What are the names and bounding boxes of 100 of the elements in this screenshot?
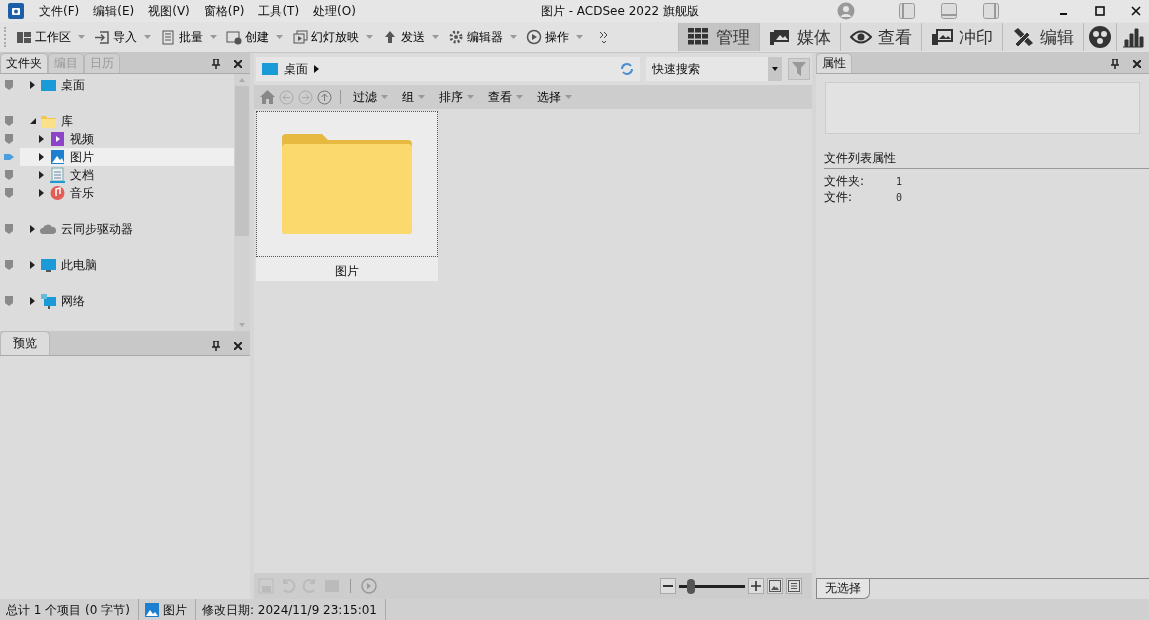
expand-arrow-icon[interactable] (39, 189, 45, 197)
thumbnail-view-button[interactable] (767, 578, 783, 594)
toolbar-button[interactable]: 工作区 (13, 26, 91, 48)
dropdown-caret-icon[interactable] (768, 57, 782, 81)
close-icon[interactable] (234, 342, 242, 350)
monitor-icon (262, 63, 278, 75)
mode-tab[interactable]: 管理 (678, 23, 759, 51)
panel-tab[interactable]: 预览 (0, 331, 50, 355)
send-icon (382, 29, 398, 45)
expand-arrow-icon[interactable] (30, 297, 36, 305)
tree-item-label[interactable]: 文档 (70, 166, 94, 184)
tree-item-label[interactable]: 视频 (70, 130, 94, 148)
file-tile[interactable]: 图片 (256, 111, 438, 281)
close-icon[interactable] (234, 60, 242, 68)
status-modified: 修改日期: 2024/11/9 23:15:01 (201, 601, 377, 619)
status-location: 图片 (162, 601, 187, 619)
caret-icon (210, 35, 217, 39)
folder-icon (40, 113, 57, 129)
mode-tab[interactable]: 编辑 (1002, 23, 1083, 51)
mode-tab[interactable]: 冲印 (921, 23, 1002, 51)
menu-item[interactable]: 编辑(E) (86, 1, 142, 21)
maximize-icon[interactable] (1095, 6, 1105, 16)
caret-icon (276, 35, 283, 39)
close-icon[interactable] (1131, 6, 1141, 16)
caret-icon (381, 95, 388, 99)
expand-arrow-icon[interactable] (30, 81, 36, 89)
tree-item-label[interactable]: 图片 (70, 148, 94, 166)
label-tag-icon[interactable] (4, 224, 14, 234)
toolbar-button[interactable]: 幻灯放映 (289, 26, 379, 48)
expand-arrow-icon[interactable] (30, 261, 36, 269)
caret-icon (565, 95, 572, 99)
mode-tab[interactable]: 查看 (840, 23, 921, 51)
document-icon (49, 167, 66, 183)
collapse-arrow-icon[interactable] (30, 118, 36, 124)
label-tag-icon[interactable] (4, 188, 14, 198)
caret-icon (516, 95, 523, 99)
import-icon (94, 29, 110, 45)
browser-menu-button[interactable]: 组 (398, 88, 431, 106)
slideshow-icon (292, 29, 308, 45)
monitor-icon (40, 257, 57, 273)
label-tag-icon[interactable] (4, 170, 14, 180)
label-tag-icon[interactable] (4, 260, 14, 270)
panel-tab[interactable]: 属性 (816, 53, 852, 73)
browser-menu-button[interactable]: 排序 (435, 88, 480, 106)
monitor-icon (40, 77, 57, 93)
toolbar-button[interactable]: 发送 (379, 26, 445, 48)
tree-item-label[interactable]: 库 (61, 112, 73, 130)
chevron-right-icon[interactable] (314, 65, 319, 73)
property-value: 0 (896, 191, 903, 203)
toolbar-button[interactable]: 编辑器 (445, 26, 523, 48)
toolbar-button[interactable]: 创建 (223, 26, 289, 48)
overflow-chevron-icon[interactable] (599, 31, 608, 43)
menu-item[interactable]: 视图(V) (141, 1, 197, 21)
panel-tab[interactable]: 无选择 (816, 579, 870, 599)
up-icon[interactable] (317, 89, 332, 105)
panel-tab[interactable]: 文件夹 (0, 53, 48, 73)
breadcrumb-item[interactable]: 桌面 (284, 60, 308, 78)
section-heading: 文件列表属性 (824, 150, 1149, 169)
menu-item[interactable]: 处理(O) (306, 1, 363, 21)
tree-item-label[interactable]: 此电脑 (61, 256, 97, 274)
list-view-button[interactable] (786, 578, 802, 594)
property-value: 1 (896, 175, 903, 187)
people-mode-tab[interactable] (1083, 23, 1116, 51)
browser-menu-button[interactable]: 选择 (533, 88, 578, 106)
tree-item-label[interactable]: 桌面 (61, 76, 85, 94)
menu-item[interactable]: 窗格(P) (196, 1, 252, 21)
zoom-out-button[interactable] (660, 578, 676, 594)
expand-arrow-icon[interactable] (39, 171, 45, 179)
tree-item-label[interactable]: 音乐 (70, 184, 94, 202)
refresh-icon[interactable] (620, 62, 634, 76)
file-name: 图片 (335, 263, 359, 280)
browser-menu-button[interactable]: 过滤 (349, 88, 394, 106)
menu-item[interactable]: 工具(T) (251, 1, 307, 21)
toolbar-button[interactable]: 操作 (523, 26, 589, 48)
caret-icon (432, 35, 439, 39)
menu-item[interactable]: 文件(F) (32, 1, 87, 21)
label-tag-icon[interactable] (4, 134, 14, 144)
tree-item-label[interactable]: 云同步驱动器 (61, 220, 133, 238)
mode-tab[interactable]: 媒体 (759, 23, 840, 51)
pencil-icon (1012, 27, 1034, 47)
expand-arrow-icon[interactable] (39, 153, 45, 161)
pin-icon[interactable] (212, 59, 220, 69)
label-tag-icon[interactable] (4, 296, 14, 306)
toolbar-button[interactable]: 批量 (157, 26, 223, 48)
toolbar-button[interactable]: 导入 (91, 26, 157, 48)
dashboard-mode-tab[interactable] (1116, 23, 1149, 51)
network-icon (40, 293, 57, 309)
pin-icon[interactable] (212, 341, 220, 351)
pin-icon[interactable] (1111, 59, 1119, 69)
zoom-in-button[interactable] (748, 578, 764, 594)
tree-item-label[interactable]: 网络 (61, 292, 85, 310)
close-icon[interactable] (1133, 60, 1141, 68)
workspace-icon (16, 29, 32, 45)
slider-thumb[interactable] (686, 578, 695, 594)
label-tag-icon[interactable] (4, 80, 14, 90)
caret-icon (467, 95, 474, 99)
expand-arrow-icon[interactable] (30, 225, 36, 233)
browser-menu-button[interactable]: 查看 (484, 88, 529, 106)
expand-arrow-icon[interactable] (39, 135, 45, 143)
label-tag-icon[interactable] (4, 116, 14, 126)
